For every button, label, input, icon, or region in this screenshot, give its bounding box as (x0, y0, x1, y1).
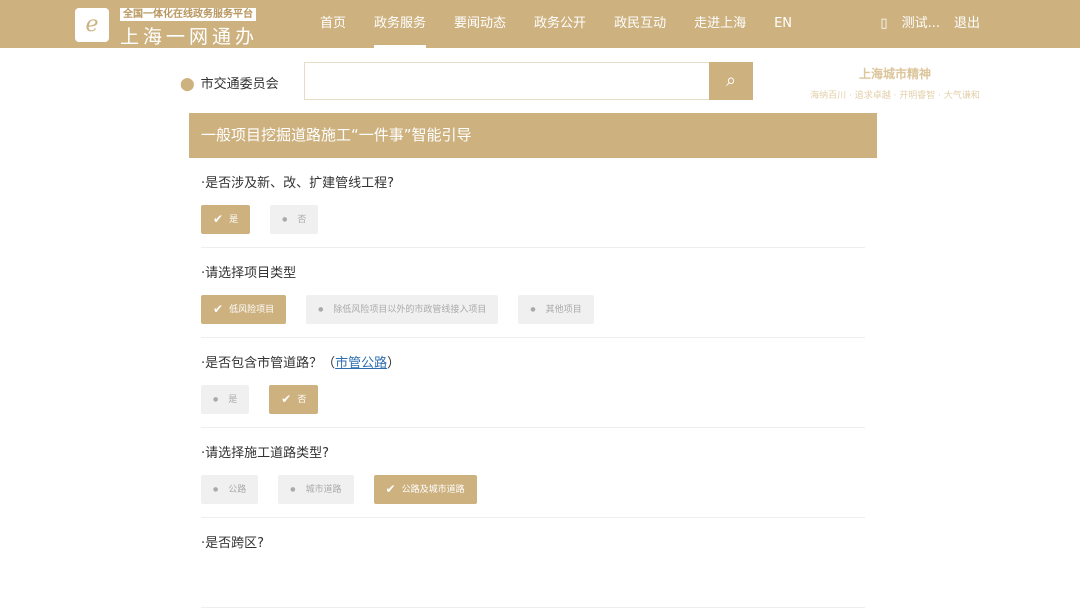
nav-item[interactable]: 政务公开 (520, 0, 600, 48)
guide-panel: 一般项目挖掘道路施工“一件事”智能引导 ·是否涉及新、改、扩建管线工程?是否·请… (189, 113, 877, 608)
panel-title: 一般项目挖掘道路施工“一件事”智能引导 (189, 113, 877, 158)
nav-item[interactable]: 首页 (306, 0, 360, 48)
option-button[interactable]: 否 (270, 205, 319, 234)
header: ℯ 全国一体化在线政务服务平台 上海一网通办 首页 政务服务 要闻动态 政务公开 政民互… (0, 0, 1080, 48)
question-label: ·是否跨区? (201, 532, 865, 551)
search-input[interactable] (304, 62, 709, 100)
location-selector[interactable]: ⬤ 市交通委员会 (180, 73, 279, 92)
nav-item[interactable]: 走进上海 (680, 0, 760, 48)
question-text: ·是否涉及新、改、扩建管线工程? (201, 176, 395, 191)
option-button[interactable]: 除低风险项目以外的市政管线接入项目 (306, 295, 499, 324)
option-button[interactable]: 公路及城市道路 (373, 475, 477, 504)
logo-icon[interactable]: ℯ (75, 8, 109, 42)
question-text: ·请选择施工道路类型? (201, 446, 330, 461)
info-link[interactable]: 市管公路 (335, 356, 387, 371)
location-label: 市交通委员会 (200, 77, 279, 92)
slogan: 全国一体化在线政务服务平台 (120, 8, 256, 21)
options: 公路城市道路公路及城市道路 (201, 475, 865, 504)
question-label: ·请选择施工道路类型? (201, 442, 865, 461)
nav-item[interactable]: EN (760, 0, 806, 48)
nav-item[interactable]: 要闻动态 (440, 0, 520, 48)
search-button[interactable]: ⌕ (709, 62, 753, 100)
option-button[interactable]: 城市道路 (278, 475, 354, 504)
logout-link[interactable]: 退出 (954, 0, 980, 48)
option-button[interactable]: 其他项目 (518, 295, 594, 324)
option-button[interactable]: 是 (201, 205, 251, 234)
option-button[interactable]: 是 (201, 385, 250, 414)
city-spirit: 上海城市精神 海纳百川 · 追求卓越 · 开明睿智 · 大气谦和 (800, 65, 990, 101)
question-text: ·是否跨区? (201, 536, 265, 551)
nav-item[interactable]: 政务服务 (360, 0, 440, 48)
options: 是否 (201, 385, 865, 414)
spirit-subtitle: 海纳百川 · 追求卓越 · 开明睿智 · 大气谦和 (810, 91, 980, 101)
question-label: ·请选择项目类型 (201, 262, 865, 281)
option-button[interactable]: 否 (269, 385, 319, 414)
question-label: ·是否包含市管道路？（市管公路） (201, 352, 865, 371)
user-name[interactable]: 测试... (902, 0, 940, 48)
option-button[interactable]: 低风险项目 (201, 295, 287, 324)
question: ·是否跨区? (201, 518, 865, 608)
question: ·是否包含市管道路？（市管公路） 是否 (201, 338, 865, 428)
search-icon: ⌕ (725, 70, 737, 91)
question-text: ·是否包含市管道路？（ (201, 356, 336, 371)
question-text: ·请选择项目类型 (201, 266, 297, 281)
mobile-icon[interactable]: ▯ (880, 0, 887, 48)
question: ·请选择施工道路类型? 公路城市道路公路及城市道路 (201, 428, 865, 518)
main-nav: 首页 政务服务 要闻动态 政务公开 政民互动 走进上海 EN (306, 0, 806, 48)
nav-item[interactable]: 政民互动 (600, 0, 680, 48)
spirit-title: 上海城市精神 (858, 67, 931, 81)
location-pin-icon: ⬤ (180, 77, 195, 92)
question-label: ·是否涉及新、改、扩建管线工程? (201, 172, 865, 191)
option-button[interactable]: 公路 (201, 475, 259, 504)
question: ·请选择项目类型低风险项目除低风险项目以外的市政管线接入项目其他项目 (201, 248, 865, 338)
options: 低风险项目除低风险项目以外的市政管线接入项目其他项目 (201, 295, 865, 324)
brand-name[interactable]: 上海一网通办 (120, 22, 258, 49)
question-suffix: ） (387, 356, 401, 371)
options: 是否 (201, 205, 865, 234)
user-area: ▯ 测试... 退出 (880, 0, 980, 48)
question: ·是否涉及新、改、扩建管线工程? 是否 (201, 158, 865, 248)
